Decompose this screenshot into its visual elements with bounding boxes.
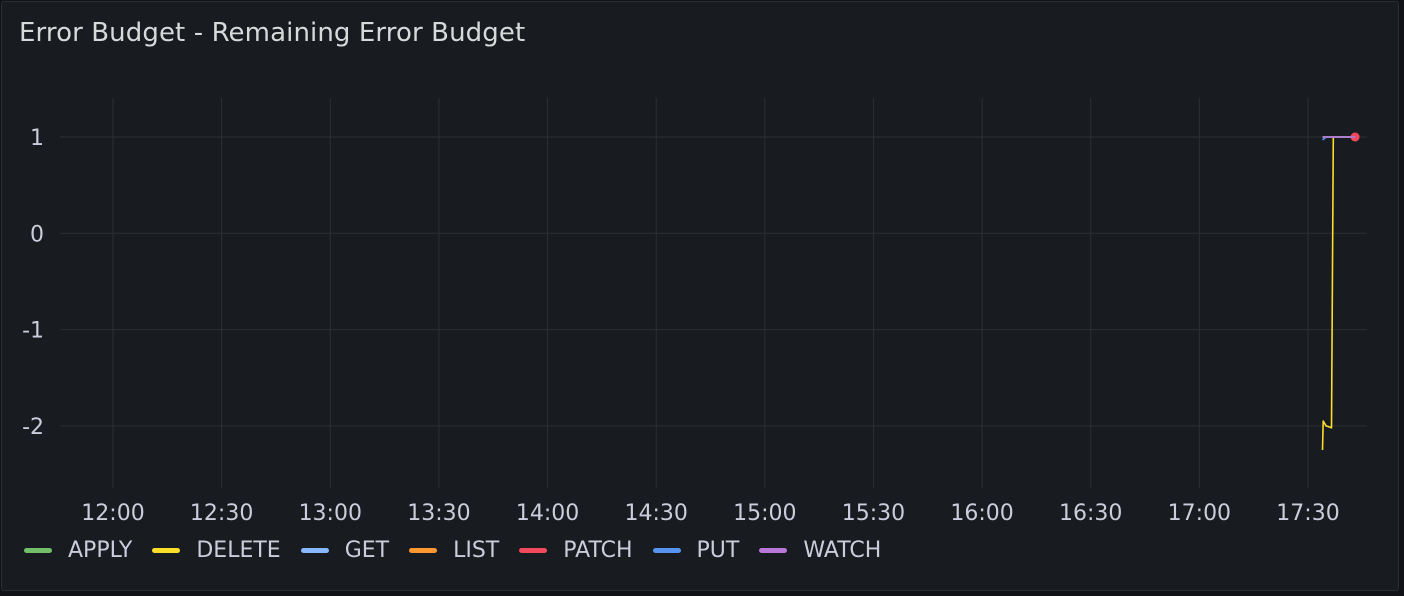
legend-label: GET [344,538,390,563]
legend-label: LIST [453,538,500,563]
series-line-delete [1321,136,1356,451]
legend-label: PUT [696,538,740,563]
legend-label: PATCH [563,538,633,563]
legend-swatch [759,548,788,553]
line-chart: 12:00 12:30 13:00 13:30 14:00 14:30 15:00 15:30… [22,98,1367,526]
chart-legend: APPLY DELETE GET LIST PATCH PUT WATCH [24,538,901,563]
x-tick-label: 12:30 [190,501,253,526]
x-tick-label: 12:00 [81,501,144,526]
legend-swatch [409,548,438,553]
x-tick-label: 15:30 [842,501,905,526]
legend-item-get[interactable]: GET [300,538,390,563]
legend-label: DELETE [196,538,281,563]
legend-item-watch[interactable]: WATCH [759,538,881,563]
legend-swatch [24,548,52,553]
legend-item-delete[interactable]: DELETE [152,538,281,563]
x-tick-label: 15:00 [733,501,796,526]
x-tick-label: 14:30 [624,501,687,526]
legend-label: WATCH [803,538,882,563]
legend-item-put[interactable]: PUT [652,538,740,563]
legend-swatch [300,548,329,553]
x-tick-label: 13:30 [407,501,470,526]
x-tick-label: 17:00 [1168,501,1231,526]
y-tick-label: -1 [22,319,44,344]
x-tick-label: 16:00 [950,501,1013,526]
legend-item-apply[interactable]: APPLY [24,538,132,563]
legend-swatch [652,548,681,553]
y-tick-label: -2 [22,415,44,440]
legend-item-patch[interactable]: PATCH [519,538,633,563]
y-tick-label: 1 [30,126,44,151]
legend-label: APPLY [68,538,133,563]
x-tick-label: 17:30 [1276,501,1339,526]
legend-swatch [519,548,548,553]
x-tick-label: 14:00 [516,501,579,526]
x-tick-label: 13:00 [299,501,362,526]
y-tick-label: 0 [30,222,44,247]
legend-item-list[interactable]: LIST [409,538,499,563]
legend-swatch [152,548,181,553]
x-tick-label: 16:30 [1059,501,1122,526]
